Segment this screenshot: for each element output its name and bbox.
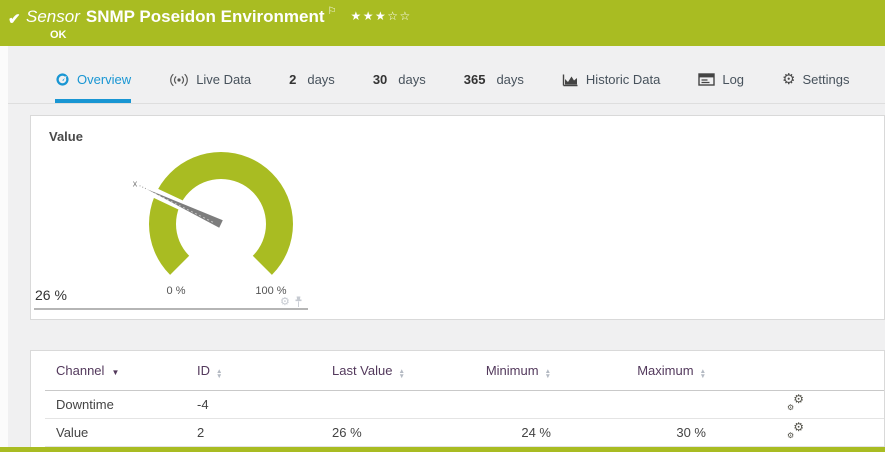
gauge-min-label: 0 % <box>167 285 186 297</box>
gauge-needle-marker: x <box>133 179 138 189</box>
gauge-settings-gear-icon[interactable]: ⚙ <box>280 296 290 308</box>
left-edge-strip <box>0 46 8 452</box>
tab-2-days-number: 2 <box>289 72 297 87</box>
sensor-title: SNMP Poseidon Environment <box>85 7 325 26</box>
status-badge: OK <box>50 29 67 41</box>
tab-30-days[interactable]: 30 days <box>373 60 426 103</box>
channels-table: Channel ▼ ID ▲ ▼ Last Value ▲ ▼ Minimum ▲ ▼ Max… <box>45 351 884 447</box>
cell-channel: Value <box>56 425 89 440</box>
tab-365-days-unit: days <box>496 72 524 87</box>
channel-settings-gears-icon[interactable]: ⚙ ⚙ <box>786 392 804 412</box>
log-icon <box>698 73 716 86</box>
col-header-maximum-label: Maximum <box>637 362 694 378</box>
cell-channel: Downtime <box>56 397 114 412</box>
sort-desc-icon: ▼ <box>111 368 120 377</box>
tab-overview[interactable]: Overview <box>55 60 132 103</box>
tab-live-data-label: Live Data <box>196 72 252 87</box>
col-header-last-value[interactable]: Last Value ▲ ▼ <box>301 362 431 380</box>
col-header-maximum[interactable]: Maximum ▲ ▼ <box>551 362 706 380</box>
tab-historic-data-label: Historic Data <box>585 72 661 87</box>
gauge-baseline <box>34 308 308 310</box>
cell-minimum: 24 % <box>521 425 551 440</box>
tab-30-days-number: 30 <box>372 72 388 87</box>
live-data-icon <box>170 73 189 86</box>
tab-historic-data[interactable]: Historic Data <box>562 60 660 103</box>
channels-table-header: Channel ▼ ID ▲ ▼ Last Value ▲ ▼ Minimum ▲ ▼ Max… <box>45 351 884 391</box>
gauge-current-value: 26 % <box>35 287 67 303</box>
cell-last-value: 26 % <box>332 425 362 440</box>
cell-maximum: 30 % <box>676 425 706 440</box>
gauge-panel: Value x 0 % 100 % 26 % ⚙ <box>30 115 885 320</box>
col-header-minimum-label: Minimum <box>485 362 539 378</box>
tab-2-days[interactable]: 2 days <box>289 60 335 103</box>
tab-365-days-number: 365 <box>463 72 486 87</box>
tab-log[interactable]: Log <box>698 60 744 103</box>
priority-stars[interactable]: ★★★☆☆ <box>351 9 412 23</box>
tab-settings[interactable]: ⚙ Settings <box>782 60 849 103</box>
tab-log-label: Log <box>722 72 745 87</box>
gauge-arc <box>149 151 293 275</box>
gauge-pin-icon[interactable] <box>294 296 303 308</box>
table-row-downtime: Downtime -4 ⚙ ⚙ <box>45 391 884 419</box>
tab-overview-label: Overview <box>77 72 132 87</box>
sort-toggle-icon: ▲ ▼ <box>216 367 223 380</box>
sort-toggle-icon: ▲ ▼ <box>398 367 405 380</box>
sensor-header: ✔ Sensor SNMP Poseidon Environment ⚐ ★★★… <box>0 0 885 46</box>
stars-filled[interactable]: ★★★ <box>351 9 388 23</box>
sensor-page: ✔ Sensor SNMP Poseidon Environment ⚐ ★★★… <box>0 0 885 452</box>
col-header-id[interactable]: ID ▲ ▼ <box>186 362 301 380</box>
next-sensor-header-strip <box>0 447 885 452</box>
table-row-value: Value 2 26 % 24 % 30 % ⚙ ⚙ <box>45 419 884 447</box>
col-header-last-value-label: Last Value <box>332 362 393 378</box>
priority-flag-icon: ⚐ <box>327 6 337 17</box>
sensor-kind-label: Sensor <box>26 7 80 26</box>
tab-settings-label: Settings <box>802 72 850 87</box>
channel-settings-gears-icon[interactable]: ⚙ ⚙ <box>786 420 804 440</box>
channels-table-panel: Channel ▼ ID ▲ ▼ Last Value ▲ ▼ Minimum ▲ ▼ Max… <box>30 350 885 452</box>
cell-id: -4 <box>197 397 209 412</box>
tab-365-days[interactable]: 365 days <box>464 60 524 103</box>
col-header-channel-label: Channel <box>56 363 105 378</box>
tab-2-days-unit: days <box>307 72 335 87</box>
status-ok-check-icon: ✔ <box>8 11 21 28</box>
settings-gear-icon: ⚙ <box>782 70 796 88</box>
tab-30-days-unit: days <box>398 72 426 87</box>
value-gauge-chart: x 0 % 100 % <box>133 151 293 297</box>
stars-empty[interactable]: ☆☆ <box>387 9 412 23</box>
col-header-channel[interactable]: Channel ▼ <box>45 363 186 378</box>
historic-chart-icon <box>562 74 578 86</box>
cell-id: 2 <box>197 425 205 440</box>
tab-live-data[interactable]: Live Data <box>169 60 251 103</box>
col-header-id-label: ID <box>197 362 210 378</box>
gauge-icon <box>56 73 69 86</box>
tab-bar: Overview Live Data 2 days 30 days 365 da… <box>0 60 885 104</box>
sort-toggle-icon: ▲ ▼ <box>699 367 706 380</box>
col-header-minimum[interactable]: Minimum ▲ ▼ <box>431 362 551 380</box>
